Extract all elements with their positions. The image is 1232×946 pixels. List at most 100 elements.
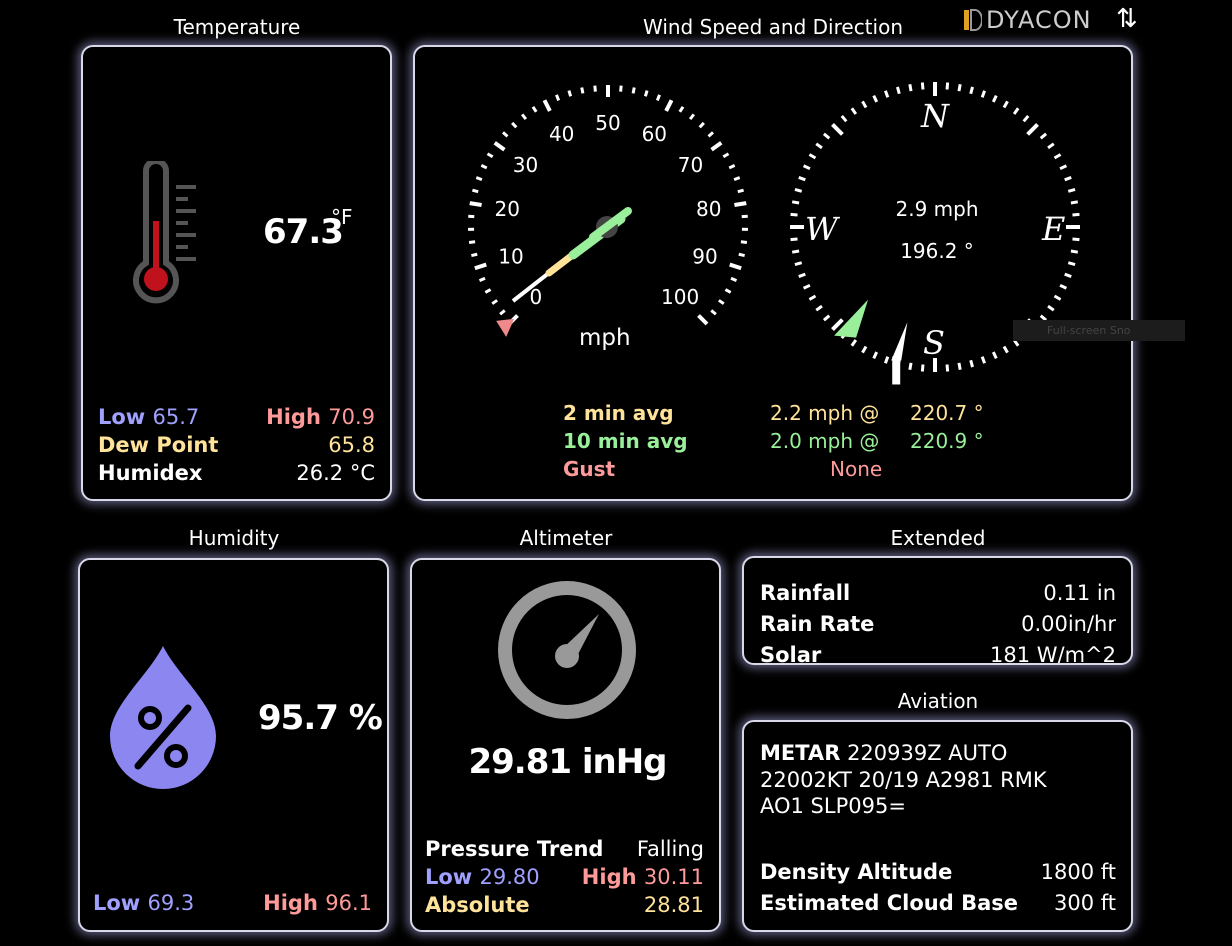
speed-tick (499, 309, 506, 316)
compass-tick (1022, 114, 1030, 123)
speed-tick-label: 70 (678, 153, 703, 177)
speed-tick (567, 90, 573, 97)
absolute-label: Absolute (425, 893, 530, 917)
altimeter-panel: 29.81 inHg Pressure Trend Falling Low 29… (410, 558, 721, 932)
solar-value: 181 W/m^2 (989, 643, 1116, 665)
humidity-value: 95.7 % (258, 698, 383, 738)
compass-tick (802, 283, 811, 290)
pressure-trend-label: Pressure Trend (425, 837, 604, 861)
speed-tick (697, 314, 709, 326)
rain-rate-value: 0.00in/hr (1021, 612, 1116, 636)
humidex-value: 26.2 °C (296, 461, 375, 485)
compass-tick (957, 362, 962, 371)
altimeter-high-label: High (581, 865, 637, 889)
compass-tick (1026, 123, 1039, 136)
compass-tick (794, 261, 803, 266)
compass-tick (802, 164, 811, 171)
speed-tick (555, 94, 561, 101)
altimeter-value: 29.81 inHg (468, 742, 667, 782)
compass-w-label: W (805, 210, 838, 248)
compass-tick (808, 153, 817, 160)
compass-tick (798, 272, 806, 279)
gauge-icon (498, 581, 636, 719)
speed-tick-label: 30 (513, 153, 538, 177)
compass-tick (1002, 345, 1009, 354)
compass-tick (1070, 249, 1079, 254)
compass-tick (991, 94, 998, 103)
compass-tick (1072, 212, 1080, 217)
compass-direction: 196.2 ° (900, 239, 974, 263)
temperature-low-value: 65.7 (152, 405, 200, 429)
speed-tick (738, 252, 745, 258)
speed-tick (486, 152, 494, 159)
compass-e-label: E (1042, 210, 1066, 248)
speed-tick (724, 288, 732, 294)
speed-tick (655, 94, 661, 101)
wind-speed-unit: mph (579, 325, 631, 351)
speed-tick (730, 276, 738, 282)
altimeter-high-value: 30.11 (643, 865, 704, 889)
speed-tick (501, 131, 509, 138)
avg10-speed: 2.0 mph @ (770, 429, 880, 453)
speed-tick (707, 131, 715, 138)
humidity-high-value: 96.1 (325, 891, 372, 915)
speed-tick (468, 240, 476, 245)
compass-tick (872, 94, 879, 103)
compass-tick (908, 83, 913, 92)
compass-tick (1039, 132, 1048, 140)
speed-tick (737, 188, 744, 194)
speed-tick (478, 276, 486, 282)
compass-tick (791, 249, 800, 254)
speed-tick (740, 240, 748, 245)
speed-tick (593, 85, 597, 92)
speed-tick (710, 141, 723, 152)
speed-tick-label: 90 (692, 245, 717, 269)
speed-tick (471, 252, 478, 258)
compass-tick (1053, 153, 1062, 160)
compass-tick (1047, 304, 1055, 312)
speed-tick (664, 99, 674, 112)
speed-tick-label: 20 (495, 197, 520, 221)
cloud-base-value: 300 ft (1053, 891, 1116, 915)
speed-tick (491, 299, 499, 305)
compass-tick (1059, 164, 1068, 171)
compass-tick (1067, 188, 1076, 193)
compass-avg-marker (834, 299, 869, 338)
wind-panel: 0 10 20 30 40 50 60 70 80 90 100 mph N E S W 2.9 m… (413, 45, 1133, 501)
compass-tick (1012, 107, 1020, 115)
compass-tick (1070, 200, 1079, 205)
compass-tick (945, 82, 950, 90)
compass-tick (861, 345, 868, 354)
rainfall-value: 0.11 in (1043, 581, 1116, 605)
avg10-direction: 220.9 ° (910, 429, 984, 453)
speed-tick (710, 309, 717, 316)
avg2-direction: 220.7 ° (910, 401, 984, 425)
speed-tick-label: 80 (696, 197, 721, 221)
humidity-low-value: 69.3 (147, 891, 195, 915)
speed-tick-label: 100 (661, 285, 699, 309)
metar-label: METAR (760, 741, 841, 765)
speed-tick (619, 85, 623, 92)
compass-tick (980, 356, 987, 364)
absolute-value: 28.81 (643, 893, 704, 917)
humidity-drop-icon (110, 646, 216, 789)
humidity-title: Humidity (188, 526, 280, 550)
dewpoint-label: Dew Point (98, 433, 219, 457)
solar-label: Solar (760, 643, 822, 665)
fullscreen-tooltip: Full-screen Sno (1013, 320, 1185, 341)
compass-tick (1064, 272, 1072, 279)
compass-tick (798, 175, 806, 182)
avg2-speed: 2.2 mph @ (770, 401, 880, 425)
compass-tick (1067, 261, 1076, 266)
speed-tick (475, 176, 483, 182)
compass-tick (790, 237, 798, 242)
compass-tick (794, 188, 803, 193)
speed-tick (734, 201, 747, 207)
altimeter-title: Altimeter (519, 526, 613, 550)
compass-tick (815, 142, 823, 150)
speed-tick (484, 288, 492, 294)
compass-tick (840, 114, 848, 123)
speed-tick (542, 99, 552, 112)
density-altitude-value: 1800 ft (1040, 860, 1116, 884)
compass-tick (1064, 175, 1072, 182)
